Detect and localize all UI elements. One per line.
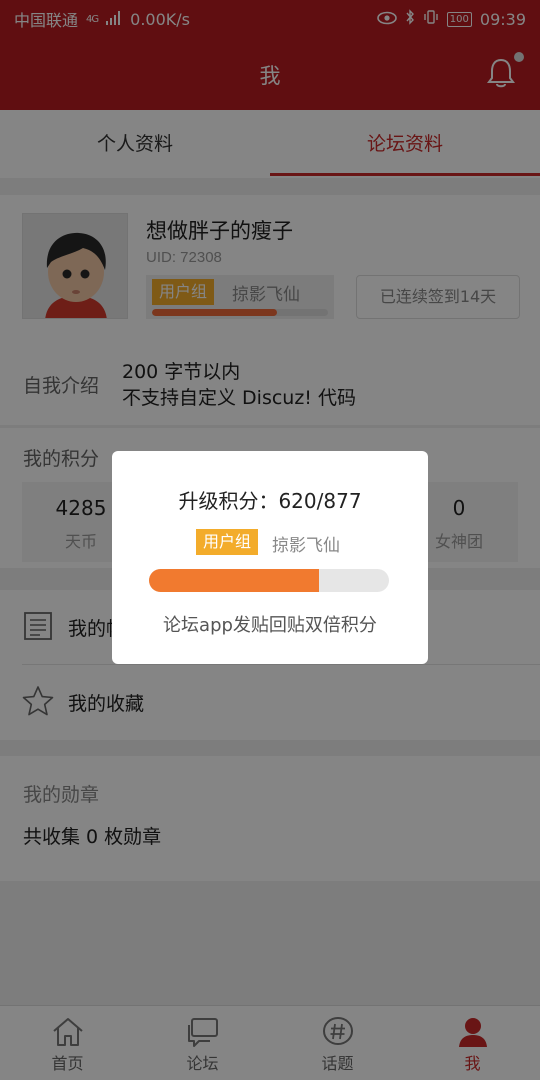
dialog-tip: 论坛app发贴回贴双倍积分 <box>163 615 377 636</box>
group-badge: 用户组 <box>196 529 259 555</box>
group-name: 掠影飞仙 <box>272 536 340 556</box>
upgrade-progress-bar <box>149 569 389 592</box>
upgrade-points-dialog: 升级积分：620/877 用户组 掠影飞仙 论坛app发贴回贴双倍积分 <box>112 451 428 664</box>
dialog-title: 升级积分：620/877 <box>178 489 362 513</box>
upgrade-progress-fill <box>149 569 319 592</box>
